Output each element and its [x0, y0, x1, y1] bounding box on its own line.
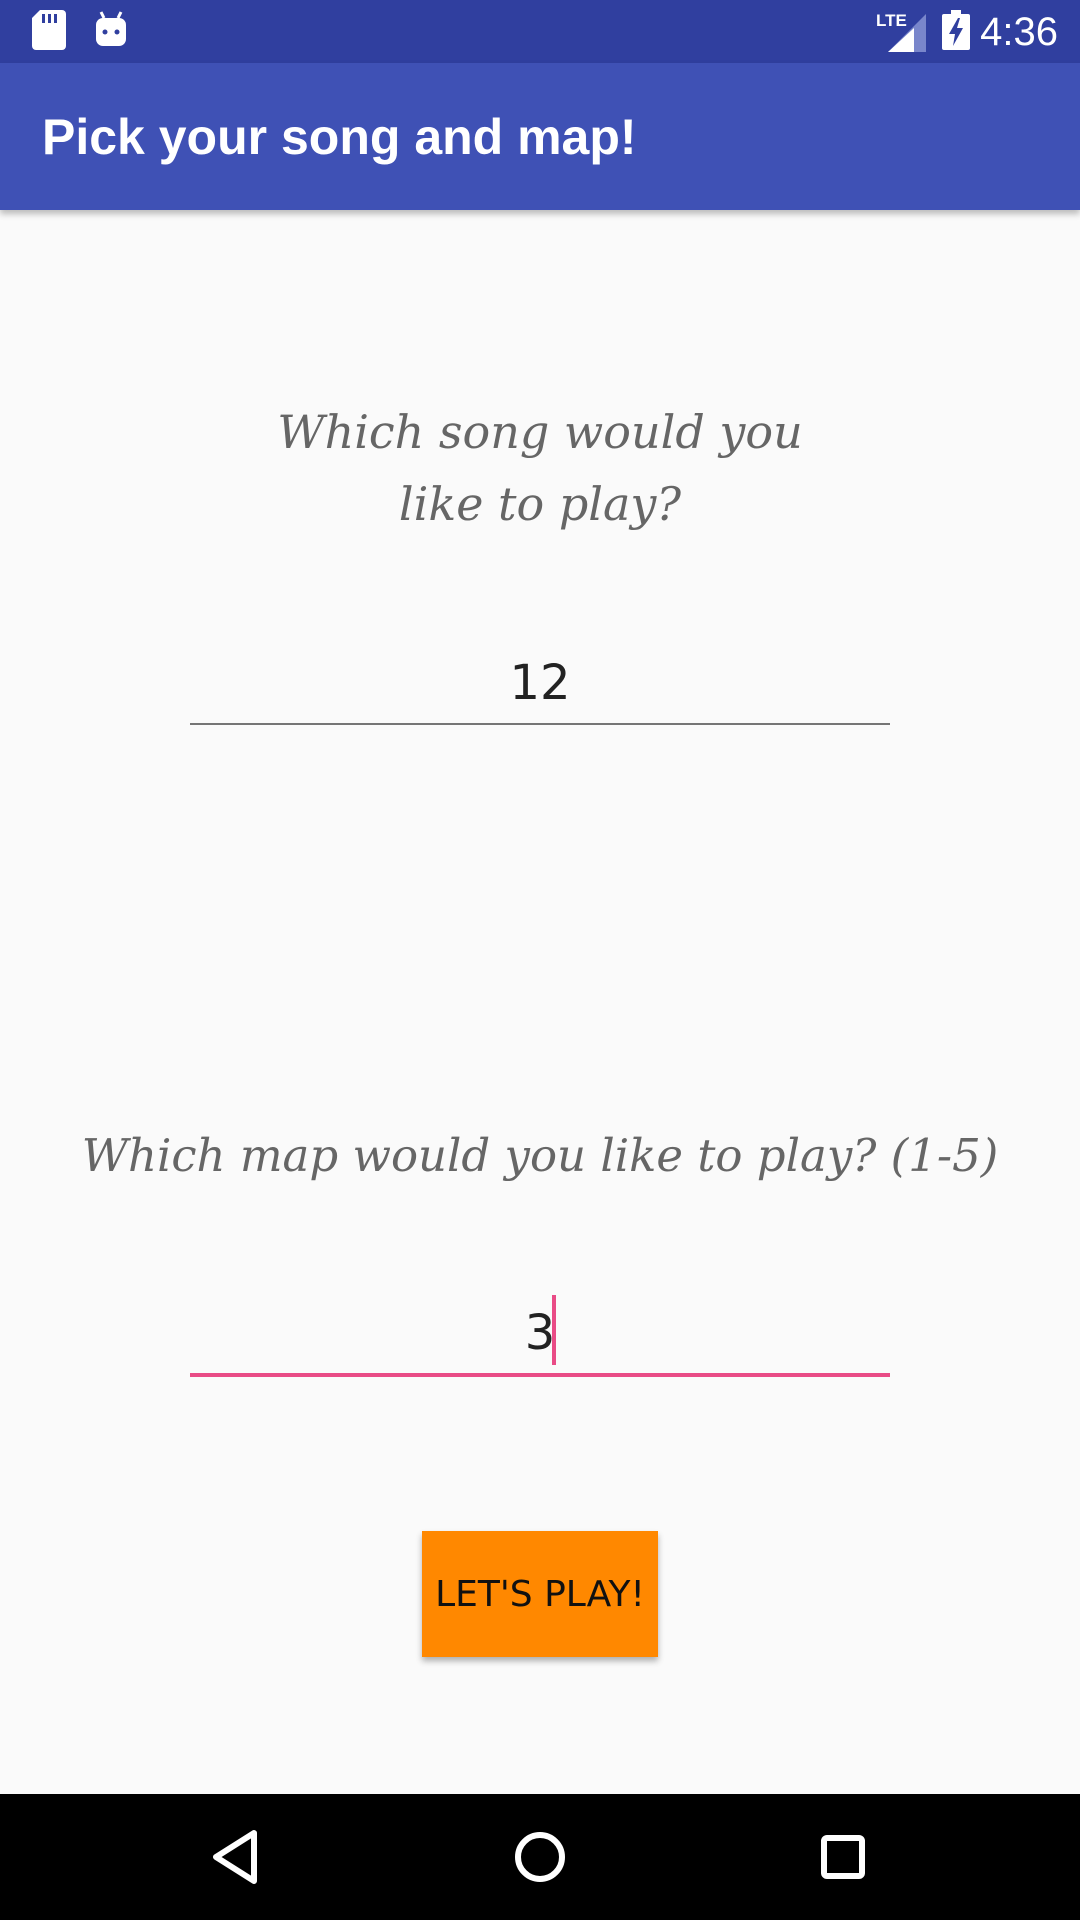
- map-question-label: Which map would you like to play? (1-5): [81, 1129, 999, 1182]
- screen: LTE 4:36 Pick your song and map! Which s…: [0, 0, 1080, 1920]
- text-cursor: [552, 1295, 556, 1365]
- app-title: Pick your song and map!: [42, 109, 637, 165]
- map-field: [190, 1295, 890, 1377]
- battery-charging-icon: [942, 10, 970, 54]
- song-field-underline: [190, 723, 890, 725]
- song-number-input[interactable]: [190, 645, 890, 721]
- song-question-label: Which song would you like to play?: [277, 405, 803, 531]
- android-icon: [94, 10, 128, 52]
- sd-card-icon: [32, 10, 66, 54]
- map-field-underline: [190, 1373, 890, 1377]
- song-field: [190, 645, 890, 725]
- status-bar: LTE 4:36: [0, 0, 1080, 63]
- navigation-bar: [0, 1794, 1080, 1920]
- map-number-input[interactable]: [190, 1295, 890, 1371]
- back-icon[interactable]: [200, 1822, 270, 1892]
- recents-icon[interactable]: [808, 1822, 878, 1892]
- lte-signal-icon: LTE: [874, 8, 930, 56]
- lets-play-button[interactable]: LET'S PLAY!: [422, 1531, 658, 1657]
- clock: 4:36: [980, 10, 1058, 54]
- home-icon[interactable]: [505, 1822, 575, 1892]
- svg-text:LTE: LTE: [876, 11, 907, 30]
- app-bar: Pick your song and map!: [0, 63, 1080, 210]
